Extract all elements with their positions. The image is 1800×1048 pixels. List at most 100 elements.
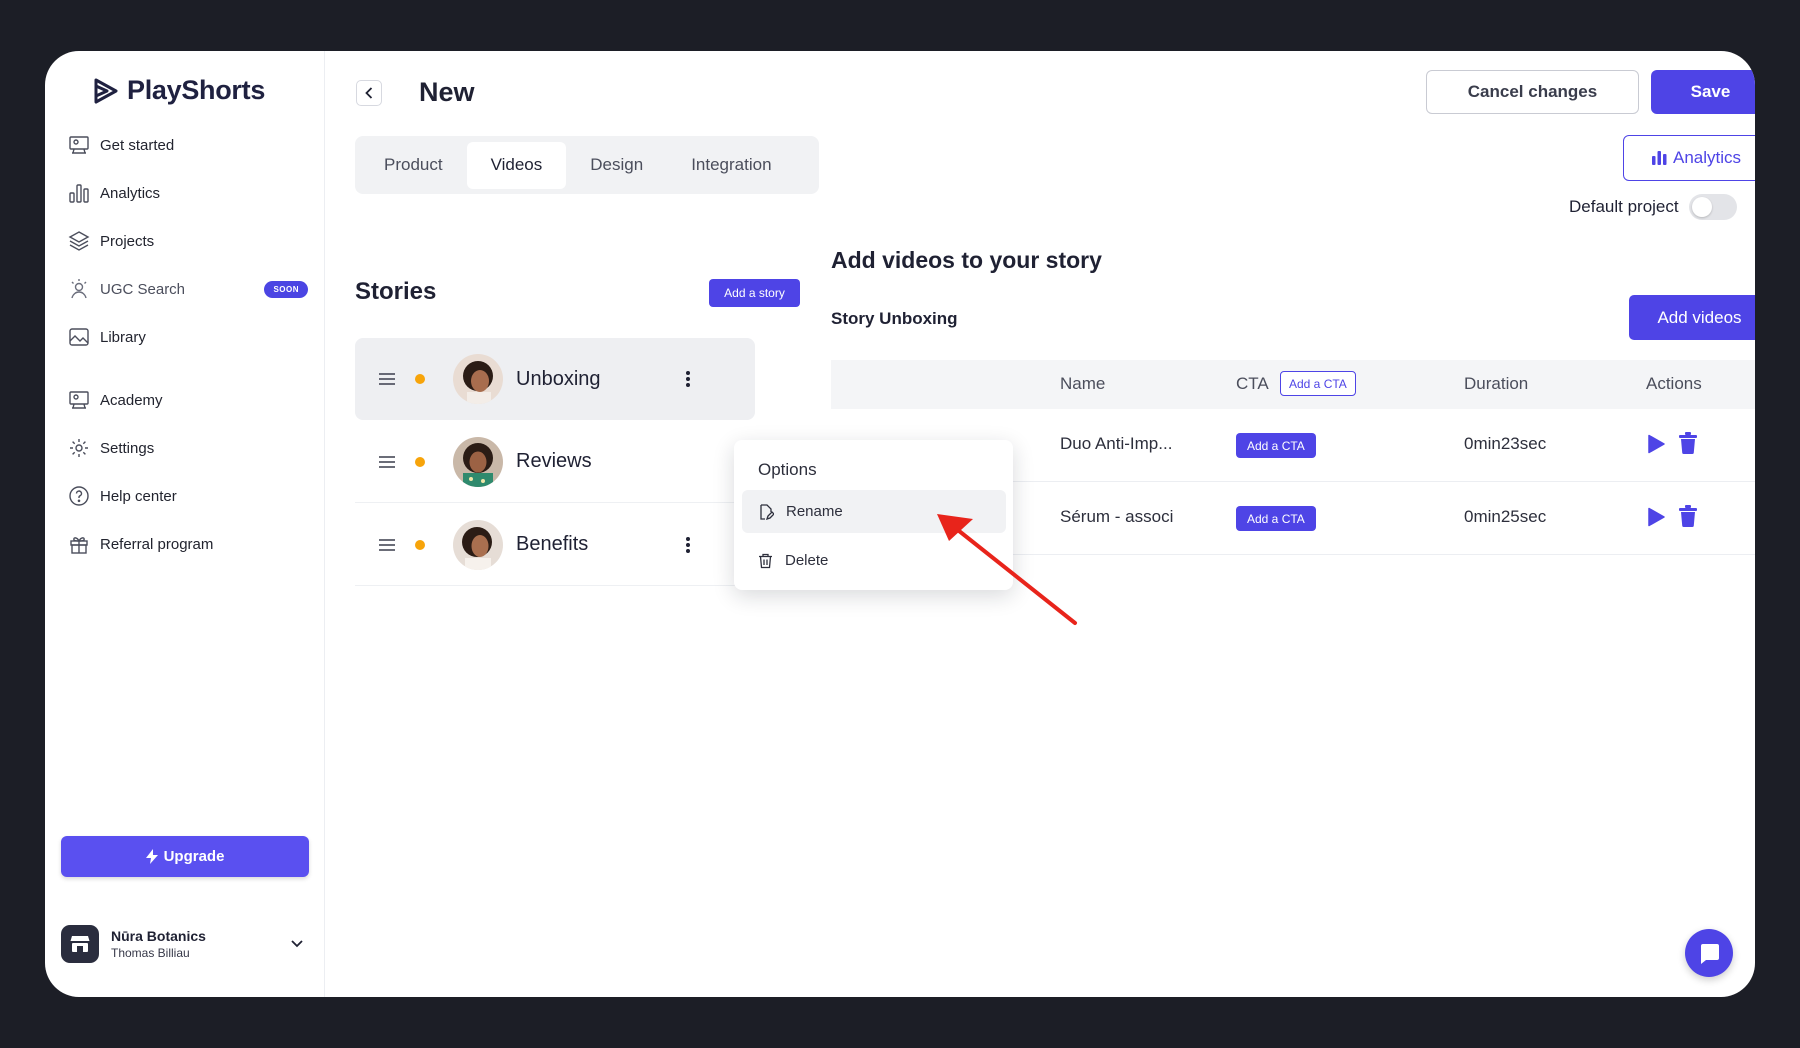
bar-chart-icon	[1651, 151, 1667, 165]
presentation-icon	[69, 136, 89, 154]
drag-handle-icon[interactable]	[379, 538, 395, 551]
chevron-left-icon	[365, 87, 373, 99]
bar-chart-icon	[69, 184, 89, 203]
back-button[interactable]	[356, 80, 382, 106]
account-name: Nūra Botanics	[111, 928, 206, 944]
story-name: Reviews	[516, 450, 592, 472]
story-subtitle: Story Unboxing	[831, 309, 958, 328]
column-duration: Duration	[1464, 374, 1529, 393]
trash-icon[interactable]	[1679, 432, 1697, 454]
soon-badge: SOON	[264, 280, 308, 298]
page-title: New	[419, 77, 475, 107]
chat-support-button[interactable]	[1685, 929, 1733, 977]
nav-item-analytics[interactable]: Analytics	[68, 169, 308, 217]
drag-handle-icon[interactable]	[379, 455, 395, 468]
nav-label: Academy	[100, 391, 163, 409]
gift-icon	[70, 537, 88, 554]
add-cta-all-button[interactable]: Add a CTA	[1280, 371, 1356, 396]
nav-label: UGC Search	[100, 280, 186, 298]
tab-product[interactable]: Product	[360, 142, 467, 189]
default-project-label: Default project	[1569, 197, 1679, 216]
nav-label: Settings	[100, 439, 155, 457]
account-info: Nūra Botanics Thomas Billiau	[111, 928, 206, 960]
nav-label: Library	[100, 328, 146, 346]
save-button[interactable]: Save	[1651, 70, 1755, 114]
play-icon[interactable]	[1648, 507, 1665, 527]
nav-item-referral-program[interactable]: Referral program	[68, 520, 308, 568]
nav-label: Analytics	[100, 184, 161, 202]
nav-item-get-started[interactable]: Get started	[68, 121, 308, 169]
nav-label: Projects	[100, 232, 155, 250]
status-dot	[415, 539, 425, 550]
account-user: Thomas Billiau	[111, 946, 190, 960]
upgrade-button[interactable]: Upgrade	[61, 836, 309, 877]
nav-label: Referral program	[100, 535, 214, 553]
secondary-nav: Academy Settings Help center Referral pr…	[68, 376, 308, 568]
story-item-unboxing[interactable]: Unboxing	[355, 338, 755, 420]
story-avatar	[453, 354, 503, 404]
nav-label: Help center	[100, 487, 177, 505]
add-cta-button[interactable]: Add a CTA	[1236, 506, 1316, 531]
story-name: Benefits	[516, 533, 589, 555]
brand-name: PlayShorts	[127, 75, 266, 105]
tab-integration[interactable]: Integration	[667, 142, 795, 189]
table-header: Name CTA Add a CTA Duration Actions	[831, 360, 1755, 409]
video-duration: 0min25sec	[1464, 507, 1547, 526]
presentation-icon	[69, 391, 89, 409]
story-name: Unboxing	[516, 367, 601, 390]
sidebar: PlayShorts Get started Analytics Project…	[45, 51, 325, 997]
tab-design[interactable]: Design	[566, 142, 667, 189]
store-avatar	[61, 925, 99, 963]
video-name: Duo Anti-Imp...	[1060, 434, 1173, 453]
story-item-reviews[interactable]: Reviews	[355, 421, 755, 503]
nav-item-settings[interactable]: Settings	[68, 424, 308, 472]
add-videos-button[interactable]: Add videos	[1629, 295, 1755, 340]
nav-item-ugc-search[interactable]: UGC Search SOON	[68, 265, 308, 313]
options-menu-title: Options	[758, 460, 817, 479]
store-icon	[70, 936, 90, 952]
playshorts-logo-icon	[94, 78, 118, 103]
gear-icon	[70, 439, 88, 457]
nav-item-projects[interactable]: Projects	[68, 217, 308, 265]
cancel-changes-button[interactable]: Cancel changes	[1426, 70, 1639, 114]
tab-bar: Product Videos Design Integration	[355, 136, 819, 194]
lightning-icon	[145, 849, 158, 864]
delete-label: Delete	[785, 552, 829, 569]
nav-item-library[interactable]: Library	[68, 313, 308, 361]
stories-title: Stories	[355, 278, 437, 305]
default-project-setting: Default project	[1569, 194, 1737, 220]
chat-bubble-icon	[1701, 944, 1719, 964]
story-item-benefits[interactable]: Benefits	[355, 504, 755, 586]
nav-item-academy[interactable]: Academy	[68, 376, 308, 424]
analytics-button[interactable]: Analytics	[1623, 135, 1755, 181]
account-switcher[interactable]: Nūra Botanics Thomas Billiau	[61, 923, 309, 965]
upgrade-label: Upgrade	[163, 848, 225, 865]
play-icon[interactable]	[1648, 434, 1665, 454]
trash-icon[interactable]	[1679, 505, 1697, 527]
column-actions: Actions	[1646, 374, 1702, 393]
edit-icon	[760, 503, 774, 520]
chevron-down-icon	[291, 940, 303, 948]
annotation-arrow-icon	[937, 514, 1077, 625]
app-window: PlayShorts Get started Analytics Project…	[45, 51, 1755, 997]
main-nav: Get started Analytics Projects UGC Searc…	[68, 121, 308, 361]
column-cta: CTA	[1236, 374, 1269, 393]
story-avatar	[453, 436, 503, 487]
person-search-icon	[71, 279, 87, 299]
image-icon	[69, 328, 89, 346]
nav-item-help-center[interactable]: Help center	[68, 472, 308, 520]
brand-logo[interactable]: PlayShorts	[93, 75, 265, 106]
drag-handle-icon[interactable]	[379, 373, 395, 385]
more-options-icon[interactable]	[686, 369, 690, 389]
default-project-toggle[interactable]	[1688, 194, 1737, 220]
more-options-icon[interactable]	[686, 535, 690, 555]
status-dot	[415, 456, 425, 467]
tab-videos[interactable]: Videos	[466, 141, 567, 189]
add-cta-button[interactable]: Add a CTA	[1236, 433, 1316, 458]
video-duration: 0min23sec	[1464, 434, 1547, 453]
rename-label: Rename	[786, 503, 843, 520]
question-circle-icon	[69, 486, 89, 506]
add-story-button[interactable]: Add a story	[709, 279, 800, 307]
story-avatar	[453, 519, 503, 570]
trash-icon	[759, 553, 772, 568]
